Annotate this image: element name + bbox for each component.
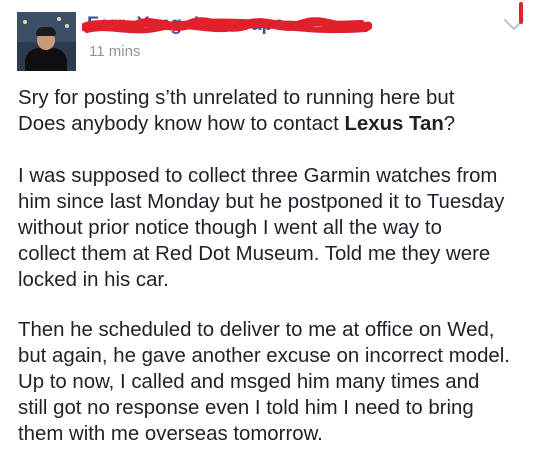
post-line: Sry for posting s’th unrelated to runnin… [18, 87, 455, 109]
red-edge-mark [519, 2, 523, 24]
post-line: Up to now, I called and msged him many t… [18, 371, 480, 393]
post-paragraph-3: Then he scheduled to deliver to me at of… [18, 317, 523, 447]
post-paragraph-2: I was supposed to collect three Garmin w… [18, 163, 523, 293]
avatar-hair [36, 27, 56, 36]
mentioned-person[interactable]: Lexus Tan [344, 113, 443, 135]
post-line: Then he scheduled to deliver to me at of… [18, 319, 495, 341]
avatar-light [65, 24, 69, 28]
author-name[interactable]: Forr• Yang• Ironavapo [87, 14, 367, 38]
avatar-light [57, 17, 61, 21]
avatar-body [25, 48, 67, 71]
post-line: without prior notice though I went all t… [18, 217, 442, 239]
post-line-text: Does anybody know how to contact [18, 113, 345, 135]
avatar-light [23, 20, 27, 24]
post-line: them with me overseas tomorrow. [18, 423, 323, 445]
post-line: him since last Monday but he postponed i… [18, 191, 505, 213]
post-line: I was supposed to collect three Garmin w… [18, 165, 498, 187]
post-line: still got no response even I told him I … [18, 397, 474, 419]
post-paragraph-1: Sry for posting s’th unrelated to runnin… [18, 85, 523, 137]
author-avatar[interactable] [17, 12, 76, 71]
facebook-post: Forr• Yang• Ironavapo 11 mins Sry for po… [0, 0, 534, 462]
post-timestamp[interactable]: 11 mins [89, 43, 140, 60]
post-line: but again, he gave another excuse on inc… [18, 345, 510, 367]
post-line: collect them at Red Dot Museum. Told me … [18, 243, 491, 265]
question-mark: ? [443, 113, 456, 135]
post-line: Does anybody know how to contact Lexus T… [18, 111, 523, 137]
post-line: locked in his car. [18, 269, 169, 291]
